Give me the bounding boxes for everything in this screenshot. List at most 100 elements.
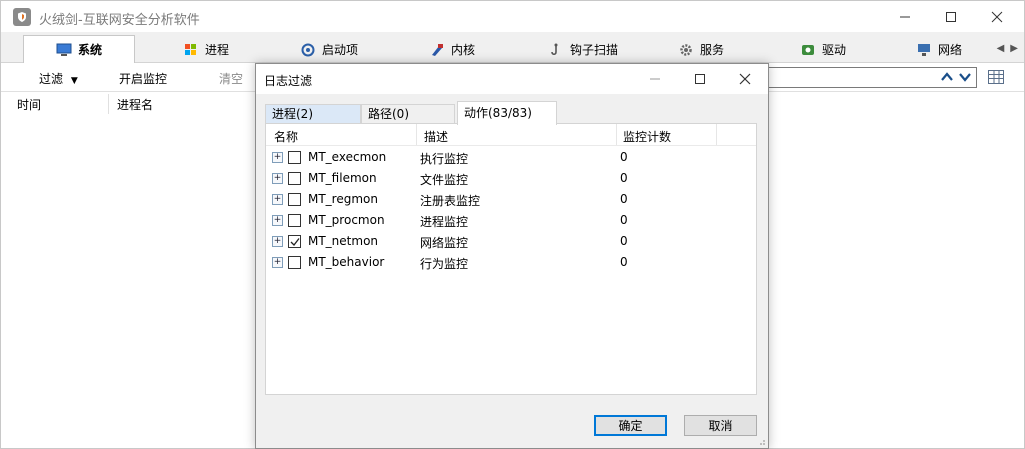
item-description: 进程监控 (420, 215, 469, 229)
filter-label: 过滤 (39, 72, 64, 86)
list-item[interactable]: + MT_filemon 文件监控 0 (266, 168, 756, 189)
close-icon (739, 73, 751, 85)
dialog-title-bar: 日志过滤 (256, 64, 768, 94)
dialog-maximize-button[interactable] (677, 64, 723, 94)
checkbox[interactable] (288, 172, 301, 185)
event-list-header: 时间 进程名 (1, 92, 261, 116)
expand-icon[interactable]: + (272, 257, 283, 268)
header-description[interactable]: 描述 (424, 128, 448, 145)
dialog-minimize-button[interactable] (632, 64, 678, 94)
list-item[interactable]: + MT_execmon 执行监控 0 (266, 147, 756, 168)
item-name: MT_netmon (308, 234, 379, 248)
maximize-icon (946, 11, 956, 22)
checkbox[interactable] (288, 193, 301, 206)
action-list-header: 名称 描述 监控计数 (266, 124, 756, 146)
list-item[interactable]: + MT_regmon 注册表监控 0 (266, 189, 756, 210)
tab-network[interactable]: 网络 (904, 36, 974, 63)
item-name: MT_behavior (308, 255, 385, 269)
column-divider[interactable] (416, 124, 417, 145)
dialog-title: 日志过滤 (264, 74, 313, 88)
list-item[interactable]: + MT_procmon 进程监控 0 (266, 210, 756, 231)
tab-process-filter[interactable]: 进程(2) (265, 104, 361, 124)
grid-icon (988, 70, 1004, 84)
item-description: 注册表监控 (420, 194, 481, 208)
ok-button[interactable]: 确定 (594, 415, 667, 436)
column-divider[interactable] (716, 124, 717, 145)
checkbox[interactable] (288, 256, 301, 269)
close-button[interactable] (974, 1, 1020, 32)
expand-icon[interactable]: + (272, 152, 283, 163)
chevron-up-icon[interactable] (940, 70, 954, 84)
cancel-button[interactable]: 取消 (684, 415, 757, 436)
expand-icon[interactable]: + (272, 236, 283, 247)
search-nav (940, 70, 972, 84)
tab-scroll-left-icon[interactable]: ◀ (997, 43, 1005, 54)
tab-label: 钩子扫描 (569, 43, 618, 57)
tab-label: 服务 (699, 43, 724, 57)
column-process-name[interactable]: 进程名 (117, 96, 153, 113)
column-settings-button[interactable] (987, 68, 1005, 86)
caret-down-icon: ▼ (70, 76, 78, 86)
item-count: 0 (620, 213, 628, 227)
item-count: 0 (620, 150, 628, 164)
filter-dropdown[interactable]: 过滤 ▼ (39, 70, 78, 87)
tab-process[interactable]: 进程 (161, 36, 251, 63)
tab-label: 网络 (937, 43, 962, 57)
header-count[interactable]: 监控计数 (623, 128, 671, 145)
minimize-icon (650, 78, 660, 80)
checkbox[interactable] (288, 151, 301, 164)
item-count: 0 (620, 192, 628, 206)
hook-icon (548, 43, 564, 57)
resize-grip-icon[interactable] (756, 436, 766, 446)
tab-system[interactable]: 系统 (23, 35, 135, 63)
main-tab-strip: 系统 进程 启动项 内核 钩子扫描 服务 驱动 网络 ◀ ▶ (1, 32, 1024, 63)
column-divider[interactable] (108, 94, 109, 114)
column-time[interactable]: 时间 (17, 96, 41, 113)
column-divider[interactable] (616, 124, 617, 145)
tab-path-filter[interactable]: 路径(0) (361, 104, 455, 124)
item-name: MT_execmon (308, 150, 387, 164)
checkbox[interactable] (288, 214, 301, 227)
item-description: 网络监控 (420, 236, 469, 250)
window-title: 火绒剑-互联网安全分析软件 (39, 13, 200, 28)
tab-hook-scan[interactable]: 钩子扫描 (528, 36, 638, 63)
system-icon (56, 43, 72, 57)
tab-label: 内核 (450, 43, 475, 57)
start-monitor-button[interactable]: 开启监控 (119, 70, 167, 87)
item-description: 行为监控 (420, 257, 469, 271)
item-description: 执行监控 (420, 152, 469, 166)
list-item[interactable]: + MT_behavior 行为监控 0 (266, 252, 756, 273)
tab-drivers[interactable]: 驱动 (783, 36, 863, 63)
list-item[interactable]: + MT_netmon 网络监控 0 (266, 231, 756, 252)
clear-button[interactable]: 清空 (219, 70, 243, 87)
tab-startup[interactable]: 启动项 (284, 36, 374, 63)
item-count: 0 (620, 255, 628, 269)
action-list: 名称 描述 监控计数 + MT_execmon 执行监控 0 + MT_file… (265, 123, 757, 395)
maximize-button[interactable] (928, 1, 974, 32)
dialog-close-button[interactable] (722, 64, 768, 94)
expand-icon[interactable]: + (272, 194, 283, 205)
windows-flag-icon (183, 43, 199, 57)
expand-icon[interactable]: + (272, 173, 283, 184)
tab-services[interactable]: 服务 (661, 36, 741, 63)
shield-icon (13, 8, 31, 26)
tab-scroll-right-icon[interactable]: ▶ (1010, 43, 1018, 54)
chevron-down-icon[interactable] (958, 70, 972, 84)
search-input[interactable] (761, 67, 977, 88)
item-name: MT_regmon (308, 192, 378, 206)
tab-scroll-arrows: ◀ ▶ (997, 43, 1018, 54)
log-filter-dialog: 日志过滤 进程(2) 路径(0) 动作(83/83) 名称 描述 监控计数 + … (255, 63, 769, 449)
header-name[interactable]: 名称 (274, 128, 298, 145)
minimize-icon (900, 16, 910, 17)
item-description: 文件监控 (420, 173, 469, 187)
item-name: MT_procmon (308, 213, 385, 227)
tab-label: 进程 (204, 43, 229, 57)
expand-icon[interactable]: + (272, 215, 283, 226)
checkbox-checked[interactable] (288, 235, 301, 248)
tab-kernel[interactable]: 内核 (412, 36, 492, 63)
item-count: 0 (620, 171, 628, 185)
item-count: 0 (620, 234, 628, 248)
minimize-button[interactable] (882, 1, 928, 32)
tab-action-filter[interactable]: 动作(83/83) (457, 101, 557, 125)
tab-label: 系统 (77, 43, 102, 57)
